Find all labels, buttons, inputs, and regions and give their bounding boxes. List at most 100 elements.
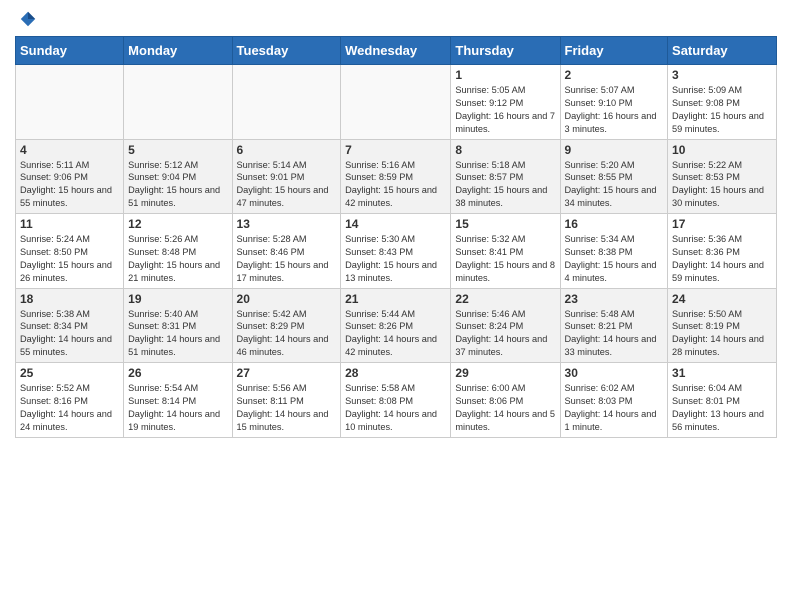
calendar-cell: 8 Sunrise: 5:18 AM Sunset: 8:57 PM Daylig… [451,139,560,214]
calendar-cell: 22Sunrise: 5:46 AM Sunset: 8:24 PM Dayli… [451,288,560,363]
day-info: Sunrise: 5:58 AM Sunset: 8:08 PM Dayligh… [345,382,446,434]
weekday-header-tuesday: Tuesday [232,37,341,65]
day-number: 11 [20,217,119,231]
calendar-cell: 4 Sunrise: 5:11 AM Sunset: 9:06 PM Daylig… [16,139,124,214]
day-info: Sunrise: 5:14 AM Sunset: 9:01 PM Dayligh… [237,159,337,211]
day-info: Sunrise: 5:46 AM Sunset: 8:24 PM Dayligh… [455,308,555,360]
day-info: Sunrise: 5:11 AM Sunset: 9:06 PM Dayligh… [20,159,119,211]
day-number: 31 [672,366,772,380]
calendar-cell: 23Sunrise: 5:48 AM Sunset: 8:21 PM Dayli… [560,288,668,363]
day-info: Sunrise: 5:30 AM Sunset: 8:43 PM Dayligh… [345,233,446,285]
calendar-cell: 10Sunrise: 5:22 AM Sunset: 8:53 PM Dayli… [668,139,777,214]
day-number: 8 [455,143,555,157]
day-info: Sunrise: 5:44 AM Sunset: 8:26 PM Dayligh… [345,308,446,360]
calendar-cell: 13 Sunrise: 5:28 AM Sunset: 8:46 PM Dayli… [232,214,341,289]
day-info: Sunrise: 5:20 AM Sunset: 8:55 PM Dayligh… [565,159,664,211]
day-number: 9 [565,143,664,157]
weekday-header-sunday: Sunday [16,37,124,65]
header [15,10,777,28]
calendar-cell: 31Sunrise: 6:04 AM Sunset: 8:01 PM Dayli… [668,363,777,438]
calendar-cell: 9 Sunrise: 5:20 AM Sunset: 8:55 PM Daylig… [560,139,668,214]
day-number: 24 [672,292,772,306]
day-info: Sunrise: 5:32 AM Sunset: 8:41 PM Dayligh… [455,233,555,285]
day-info: Sunrise: 5:36 AM Sunset: 8:36 PM Dayligh… [672,233,772,285]
day-number: 4 [20,143,119,157]
calendar-cell: 7Sunrise: 5:16 AM Sunset: 8:59 PM Daylig… [341,139,451,214]
day-number: 5 [128,143,227,157]
calendar-cell: 16Sunrise: 5:34 AM Sunset: 8:38 PM Dayli… [560,214,668,289]
calendar-table: SundayMondayTuesdayWednesdayThursdayFrid… [15,36,777,438]
day-number: 7 [345,143,446,157]
calendar-cell: 17 Sunrise: 5:36 AM Sunset: 8:36 PM Dayli… [668,214,777,289]
calendar-cell [124,65,232,140]
calendar-cell: 19Sunrise: 5:40 AM Sunset: 8:31 PM Dayli… [124,288,232,363]
calendar-week-row: 25 Sunrise: 5:52 AM Sunset: 8:16 PM Dayli… [16,363,777,438]
calendar-week-row: 18 Sunrise: 5:38 AM Sunset: 8:34 PM Dayli… [16,288,777,363]
calendar-week-row: 1 Sunrise: 5:05 AM Sunset: 9:12 PM Daylig… [16,65,777,140]
day-number: 6 [237,143,337,157]
calendar-week-row: 4 Sunrise: 5:11 AM Sunset: 9:06 PM Daylig… [16,139,777,214]
day-info: Sunrise: 5:24 AM Sunset: 8:50 PM Dayligh… [20,233,119,285]
calendar-cell: 5 Sunrise: 5:12 AM Sunset: 9:04 PM Daylig… [124,139,232,214]
calendar-cell: 30 Sunrise: 6:02 AM Sunset: 8:03 PM Dayli… [560,363,668,438]
calendar-cell: 2Sunrise: 5:07 AM Sunset: 9:10 PM Daylig… [560,65,668,140]
day-number: 20 [237,292,337,306]
calendar-cell [16,65,124,140]
weekday-header-monday: Monday [124,37,232,65]
day-info: Sunrise: 6:02 AM Sunset: 8:03 PM Dayligh… [565,382,664,434]
day-number: 13 [237,217,337,231]
calendar-cell: 27 Sunrise: 5:56 AM Sunset: 8:11 PM Dayli… [232,363,341,438]
weekday-header-row: SundayMondayTuesdayWednesdayThursdayFrid… [16,37,777,65]
calendar-cell: 26 Sunrise: 5:54 AM Sunset: 8:14 PM Dayli… [124,363,232,438]
day-number: 14 [345,217,446,231]
day-number: 18 [20,292,119,306]
calendar-cell: 11 Sunrise: 5:24 AM Sunset: 8:50 PM Dayli… [16,214,124,289]
calendar-cell: 28Sunrise: 5:58 AM Sunset: 8:08 PM Dayli… [341,363,451,438]
day-info: Sunrise: 5:42 AM Sunset: 8:29 PM Dayligh… [237,308,337,360]
day-number: 2 [565,68,664,82]
day-number: 1 [455,68,555,82]
calendar-cell: 14 Sunrise: 5:30 AM Sunset: 8:43 PM Dayli… [341,214,451,289]
calendar-week-row: 11 Sunrise: 5:24 AM Sunset: 8:50 PM Dayli… [16,214,777,289]
weekday-header-thursday: Thursday [451,37,560,65]
day-info: Sunrise: 5:05 AM Sunset: 9:12 PM Dayligh… [455,84,555,136]
calendar-cell: 18 Sunrise: 5:38 AM Sunset: 8:34 PM Dayli… [16,288,124,363]
calendar-cell: 21 Sunrise: 5:44 AM Sunset: 8:26 PM Dayli… [341,288,451,363]
day-info: Sunrise: 5:12 AM Sunset: 9:04 PM Dayligh… [128,159,227,211]
day-number: 3 [672,68,772,82]
day-number: 30 [565,366,664,380]
day-info: Sunrise: 6:00 AM Sunset: 8:06 PM Dayligh… [455,382,555,434]
calendar-cell [232,65,341,140]
day-info: Sunrise: 5:52 AM Sunset: 8:16 PM Dayligh… [20,382,119,434]
day-info: Sunrise: 5:28 AM Sunset: 8:46 PM Dayligh… [237,233,337,285]
day-number: 16 [565,217,664,231]
calendar-cell: 3 Sunrise: 5:09 AM Sunset: 9:08 PM Daylig… [668,65,777,140]
day-info: Sunrise: 5:18 AM Sunset: 8:57 PM Dayligh… [455,159,555,211]
day-info: Sunrise: 5:38 AM Sunset: 8:34 PM Dayligh… [20,308,119,360]
calendar-cell: 15 Sunrise: 5:32 AM Sunset: 8:41 PM Dayli… [451,214,560,289]
calendar-cell: 12 Sunrise: 5:26 AM Sunset: 8:48 PM Dayli… [124,214,232,289]
day-number: 17 [672,217,772,231]
day-number: 21 [345,292,446,306]
day-number: 26 [128,366,227,380]
day-info: Sunrise: 5:54 AM Sunset: 8:14 PM Dayligh… [128,382,227,434]
day-info: Sunrise: 5:40 AM Sunset: 8:31 PM Dayligh… [128,308,227,360]
day-number: 12 [128,217,227,231]
day-number: 27 [237,366,337,380]
day-number: 25 [20,366,119,380]
logo-icon [19,10,37,28]
weekday-header-wednesday: Wednesday [341,37,451,65]
calendar-cell: 25 Sunrise: 5:52 AM Sunset: 8:16 PM Dayli… [16,363,124,438]
day-info: Sunrise: 5:26 AM Sunset: 8:48 PM Dayligh… [128,233,227,285]
day-info: Sunrise: 5:09 AM Sunset: 9:08 PM Dayligh… [672,84,772,136]
day-info: Sunrise: 5:56 AM Sunset: 8:11 PM Dayligh… [237,382,337,434]
day-number: 23 [565,292,664,306]
logo [15,10,37,28]
day-info: Sunrise: 5:22 AM Sunset: 8:53 PM Dayligh… [672,159,772,211]
calendar-cell: 6 Sunrise: 5:14 AM Sunset: 9:01 PM Daylig… [232,139,341,214]
calendar-cell: 20 Sunrise: 5:42 AM Sunset: 8:29 PM Dayli… [232,288,341,363]
day-number: 15 [455,217,555,231]
calendar-cell: 24 Sunrise: 5:50 AM Sunset: 8:19 PM Dayli… [668,288,777,363]
weekday-header-saturday: Saturday [668,37,777,65]
day-info: Sunrise: 5:50 AM Sunset: 8:19 PM Dayligh… [672,308,772,360]
